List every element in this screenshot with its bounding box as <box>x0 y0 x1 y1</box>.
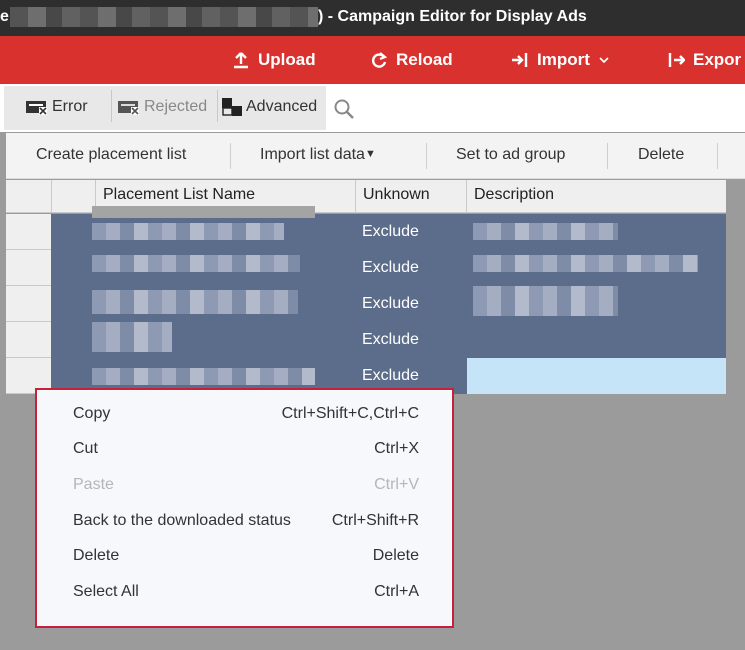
redacted-name <box>92 255 300 272</box>
export-icon <box>668 53 685 67</box>
unknown-cell: Exclude <box>362 295 419 312</box>
menu-item-back-to-downloaded[interactable]: Back to the downloaded status Ctrl+Shift… <box>73 512 419 530</box>
menu-item-label: Delete <box>73 547 120 564</box>
main-toolbar: Upload Reload Import Expor <box>0 36 745 84</box>
context-menu: Copy Ctrl+Shift+C,Ctrl+C Cut Ctrl+X Past… <box>35 388 454 628</box>
advanced-icon <box>222 98 242 116</box>
menu-item-shortcut: Delete <box>372 547 419 564</box>
table-row[interactable]: Exclude <box>6 250 726 286</box>
row-header[interactable] <box>6 286 51 322</box>
export-label: Expor <box>693 50 742 69</box>
error-icon <box>26 101 47 115</box>
menu-item-label: Copy <box>73 405 111 422</box>
header-checkbox-column[interactable] <box>51 180 95 213</box>
divider <box>717 143 718 169</box>
import-label: Import <box>537 50 590 69</box>
divider <box>230 143 231 169</box>
column-header-unknown[interactable]: Unknown <box>355 180 466 213</box>
upload-button[interactable]: Upload <box>232 50 316 70</box>
menu-item-shortcut: Ctrl+A <box>374 583 419 600</box>
rejected-filter[interactable]: Rejected <box>118 98 207 116</box>
chevron-down-icon <box>599 57 609 64</box>
table-row[interactable]: Exclude <box>6 206 726 250</box>
menu-item-copy[interactable]: Copy Ctrl+Shift+C,Ctrl+C <box>73 405 419 423</box>
menu-item-shortcut: Ctrl+Shift+C,Ctrl+C <box>281 405 419 422</box>
rejected-icon <box>118 101 139 115</box>
set-to-ad-group-button[interactable]: Set to ad group <box>456 146 565 164</box>
advanced-filter[interactable]: Advanced <box>222 98 317 116</box>
create-placement-list-button[interactable]: Create placement list <box>36 146 186 164</box>
menu-item-delete[interactable]: Delete Delete <box>73 547 419 565</box>
reload-icon <box>372 52 388 68</box>
error-filter[interactable]: Error <box>26 98 88 116</box>
action-bar: Create placement list Import list data▼ … <box>6 133 745 179</box>
redacted-name <box>92 290 298 314</box>
unknown-cell: Exclude <box>362 223 419 240</box>
redacted-description <box>473 286 618 316</box>
redacted-name <box>92 206 315 218</box>
unknown-cell: Exclude <box>362 367 419 384</box>
menu-item-label: Cut <box>73 440 98 457</box>
divider <box>426 143 427 169</box>
menu-item-label: Select All <box>73 583 139 600</box>
delete-button[interactable]: Delete <box>638 146 684 164</box>
column-header-description[interactable]: Description <box>466 180 726 213</box>
menu-item-cut[interactable]: Cut Ctrl+X <box>73 440 419 458</box>
menu-item-label: Back to the downloaded status <box>73 512 291 529</box>
redacted-description <box>473 255 698 272</box>
table-row[interactable]: Exclude <box>6 322 726 358</box>
divider <box>217 90 218 122</box>
upload-label: Upload <box>258 50 316 69</box>
import-icon <box>512 53 528 67</box>
menu-item-shortcut: Ctrl+Shift+R <box>331 512 419 529</box>
redacted-name <box>92 322 172 352</box>
import-list-data-button[interactable]: Import list data▼ <box>260 146 376 164</box>
reload-label: Reload <box>396 50 453 69</box>
row-header[interactable] <box>6 322 51 358</box>
redacted-description <box>473 223 618 240</box>
error-label: Error <box>52 98 88 115</box>
unknown-cell: Exclude <box>362 259 419 276</box>
table-row[interactable]: Exclude <box>6 286 726 322</box>
unknown-cell: Exclude <box>362 331 419 348</box>
title-bar: e ) - Campaign Editor for Display Ads <box>0 0 745 36</box>
window-title: ) - Campaign Editor for Display Ads <box>318 8 587 25</box>
redacted-name <box>92 223 284 240</box>
advanced-label: Advanced <box>246 98 318 115</box>
upload-icon <box>234 52 248 69</box>
import-button[interactable]: Import <box>511 50 610 70</box>
import-list-data-label: Import list data <box>260 146 365 163</box>
search-icon[interactable] <box>333 98 355 120</box>
divider <box>111 90 112 122</box>
row-header[interactable] <box>6 250 51 286</box>
export-button[interactable]: Expor <box>667 50 741 70</box>
reload-button[interactable]: Reload <box>370 50 453 70</box>
window-title-prefix: e <box>0 8 9 25</box>
redacted-name <box>92 368 315 385</box>
menu-item-shortcut: Ctrl+X <box>374 440 419 457</box>
active-description-cell[interactable] <box>467 358 726 394</box>
caret-down-icon: ▼ <box>364 148 376 160</box>
menu-item-paste[interactable]: Paste Ctrl+V <box>73 476 419 494</box>
rejected-label: Rejected <box>144 98 208 115</box>
menu-item-shortcut: Ctrl+V <box>374 476 419 493</box>
menu-item-select-all[interactable]: Select All Ctrl+A <box>73 583 419 601</box>
row-header[interactable] <box>6 214 51 250</box>
divider <box>607 143 608 169</box>
menu-item-label: Paste <box>73 476 114 493</box>
filter-bar: Error Rejected Advanced <box>0 84 745 132</box>
redacted-title <box>10 7 318 27</box>
